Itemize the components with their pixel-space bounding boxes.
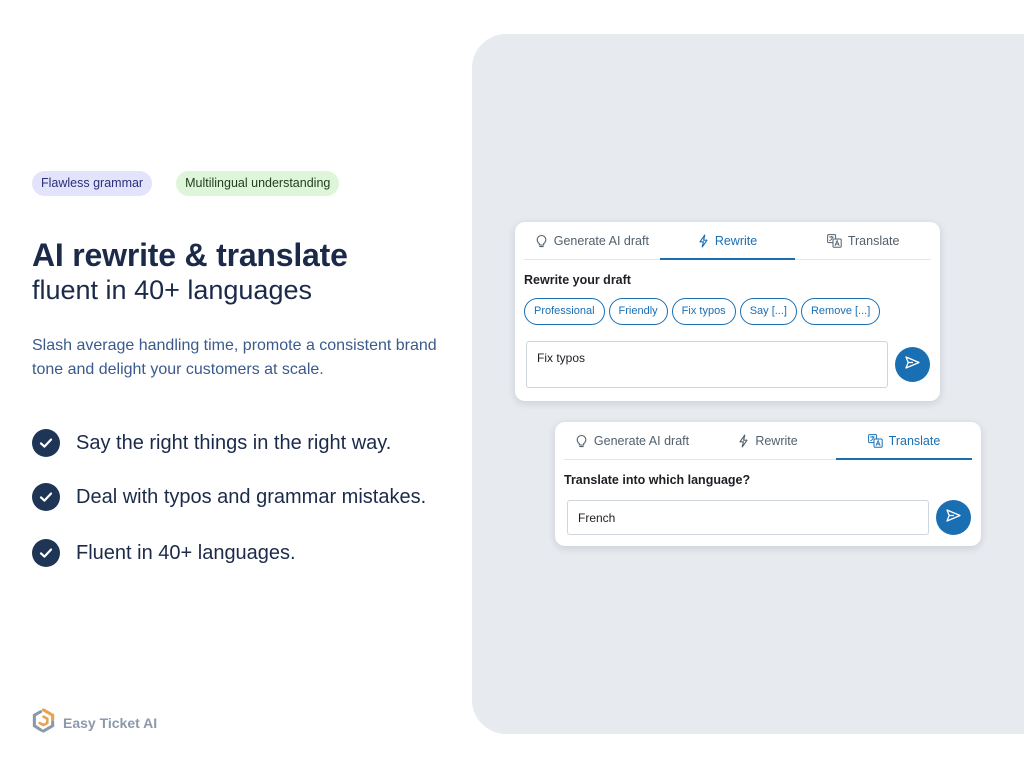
- rewrite-heading: Rewrite your draft: [524, 273, 631, 287]
- send-button[interactable]: [895, 347, 930, 382]
- chip-fix-typos[interactable]: Fix typos: [671, 298, 736, 325]
- brand-logo[interactable]: Easy Ticket AI: [31, 708, 157, 738]
- hero-title: AI rewrite & translate: [32, 237, 348, 273]
- tab-rewrite[interactable]: Rewrite: [659, 222, 796, 260]
- feature-item: Deal with typos and grammar mistakes.: [32, 482, 442, 512]
- tab-label: Translate: [847, 233, 900, 248]
- feature-item: Fluent in 40+ languages.: [32, 538, 442, 568]
- tab-bar: Generate AI draft Rewrite Translate: [524, 222, 931, 260]
- lightbulb-icon: [535, 234, 548, 248]
- rewrite-input-row: Fix typos: [515, 325, 940, 388]
- brand-name: Easy Ticket AI: [63, 715, 158, 731]
- tab-generate-ai-draft[interactable]: Generate AI draft: [524, 222, 660, 259]
- tab-translate[interactable]: Translate: [836, 422, 972, 460]
- rewrite-card: Generate AI draft Rewrite Translate Rewr…: [515, 222, 940, 401]
- feature-item: Say the right things in the right way.: [32, 428, 442, 458]
- chip-professional[interactable]: Professional: [524, 298, 605, 325]
- translate-icon: [826, 233, 842, 248]
- lightning-icon: [738, 433, 749, 448]
- tab-bar: Generate AI draft Rewrite Translate: [564, 422, 972, 460]
- badge-multilingual: Multilingual understanding: [176, 171, 340, 196]
- lightning-icon: [698, 233, 709, 248]
- tab-label: Translate: [888, 433, 941, 448]
- lightbulb-icon: [575, 434, 588, 448]
- chip-friendly[interactable]: Friendly: [608, 298, 668, 325]
- tab-generate-ai-draft[interactable]: Generate AI draft: [564, 422, 700, 459]
- badge-flawless-grammar: Flawless grammar: [32, 171, 153, 196]
- send-button[interactable]: [936, 500, 971, 535]
- tab-label: Rewrite: [714, 233, 758, 248]
- translate-heading: Translate into which language?: [564, 473, 751, 487]
- rewrite-chip-group: Professional Friendly Fix typos Say [...…: [524, 298, 940, 325]
- feature-text: Deal with typos and grammar mistakes.: [76, 486, 427, 508]
- tab-translate[interactable]: Translate: [795, 222, 931, 259]
- rewrite-input[interactable]: Fix typos: [526, 341, 888, 388]
- check-circle-icon: [32, 539, 60, 567]
- hero-description: Slash average handling time, promote a c…: [32, 337, 437, 378]
- chip-remove[interactable]: Remove [...]: [800, 298, 881, 325]
- translate-card: Generate AI draft Rewrite Translate Tran…: [555, 422, 981, 546]
- check-circle-icon: [32, 483, 60, 511]
- hexagon-logo-icon: [31, 708, 56, 738]
- language-input[interactable]: French: [567, 500, 929, 535]
- check-circle-icon: [32, 429, 60, 457]
- hero-subtitle: fluent in 40+ languages: [32, 275, 312, 305]
- translate-input-row: French: [555, 500, 981, 535]
- tab-label: Generate AI draft: [553, 233, 649, 248]
- tab-label: Generate AI draft: [593, 433, 690, 448]
- send-icon: [946, 508, 961, 527]
- feature-list: Say the right things in the right way. D…: [32, 428, 442, 592]
- tab-label: Rewrite: [755, 433, 798, 448]
- chip-say[interactable]: Say [...]: [739, 298, 797, 325]
- feature-badges: Flawless grammar Multilingual understand…: [32, 171, 340, 196]
- send-icon: [905, 355, 920, 374]
- translate-icon: [867, 433, 883, 448]
- tab-rewrite[interactable]: Rewrite: [700, 422, 836, 459]
- feature-text: Fluent in 40+ languages.: [76, 542, 296, 564]
- feature-text: Say the right things in the right way.: [76, 432, 392, 454]
